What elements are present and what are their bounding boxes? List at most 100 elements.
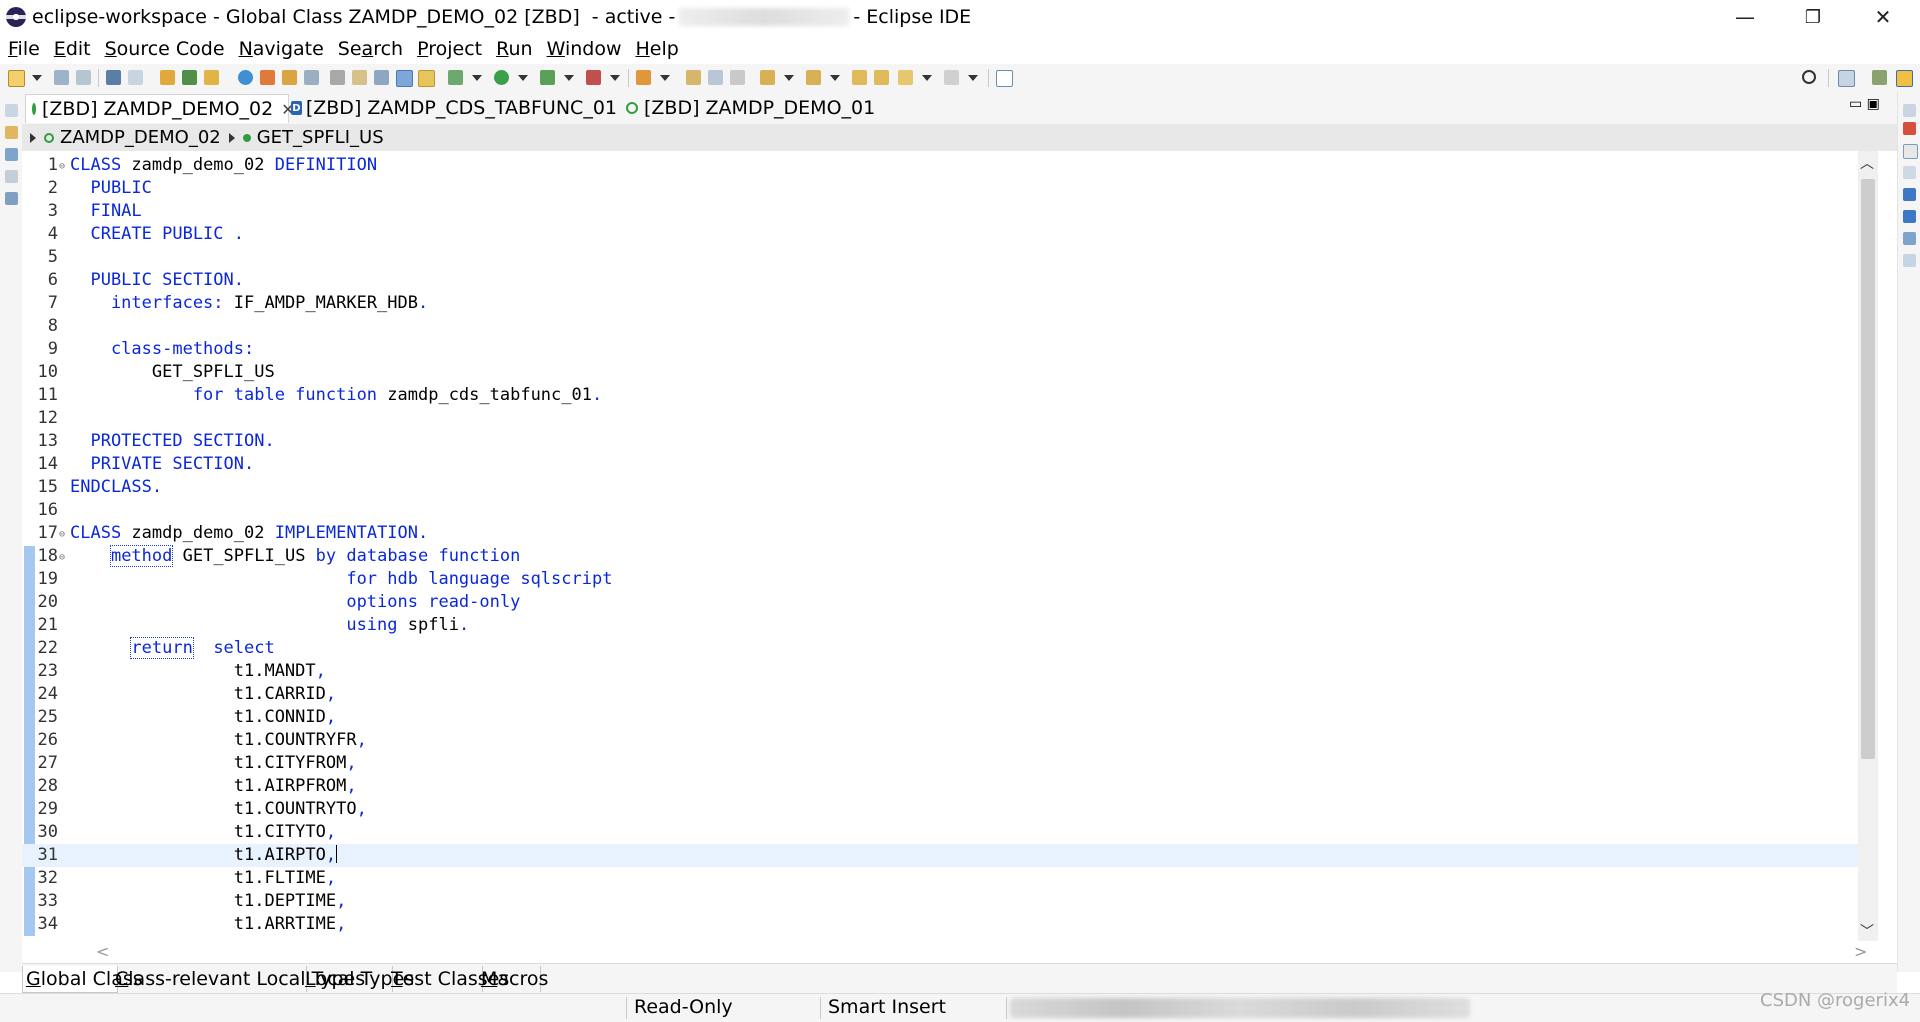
code-line[interactable]: 26 t1.COUNTRYFR, <box>22 729 1858 752</box>
code-line[interactable]: 4 CREATE PUBLIC . <box>22 223 1858 246</box>
fold-toggle-icon[interactable]: ⊖ <box>59 546 65 569</box>
close-window-button[interactable]: ✕ <box>1848 0 1918 34</box>
editor-tab[interactable]: [ZBD] ZAMDP_DEMO_01 <box>620 94 890 122</box>
fold-toggle-icon[interactable]: ⊖ <box>59 155 65 178</box>
run-icon[interactable] <box>494 70 509 85</box>
restore-view-icon[interactable] <box>5 170 18 183</box>
chevron-right-icon[interactable] <box>228 132 235 143</box>
code-line[interactable]: 17 ⊖ CLASS zamdp_demo_02 IMPLEMENTATION. <box>22 522 1858 545</box>
debug-perspective-icon[interactable] <box>1896 70 1913 87</box>
prev-annotation-icon[interactable] <box>806 70 821 85</box>
find-icon[interactable] <box>352 70 367 85</box>
code-line[interactable]: 28 t1.AIRPFROM, <box>22 775 1858 798</box>
activate-all-icon[interactable] <box>282 70 297 85</box>
menu-source-code[interactable]: Source Code <box>97 38 231 60</box>
page-tab[interactable]: Global Class <box>22 966 143 993</box>
feed-reader-icon[interactable] <box>1903 188 1916 201</box>
external-tools-dropdown-icon[interactable] <box>610 75 620 81</box>
block-selection-icon[interactable] <box>708 70 723 85</box>
code-line[interactable]: 22 return select <box>22 637 1858 660</box>
print-icon[interactable] <box>330 70 345 85</box>
code-line[interactable]: 15 ENDCLASS. <box>22 476 1858 499</box>
page-tab[interactable]: Test Classes <box>388 966 509 992</box>
menu-file[interactable]: File <box>0 38 46 60</box>
scroll-left-icon[interactable]: < <box>96 942 109 961</box>
editor-tab[interactable]: D [ZBD] ZAMDP_CDS_TABFUNC_01 <box>287 94 617 122</box>
check-icon[interactable] <box>238 70 253 85</box>
menu-project[interactable]: Project <box>409 38 488 60</box>
page-tab[interactable]: Macros <box>478 966 548 992</box>
minimize-maximize-icon[interactable]: ▭ ▣ <box>1849 96 1880 112</box>
code-line[interactable]: 33 t1.DEPTIME, <box>22 890 1858 913</box>
chevron-right-icon[interactable] <box>30 132 36 143</box>
code-line[interactable]: 2 PUBLIC <box>22 177 1858 200</box>
highlight-icon[interactable] <box>396 70 413 87</box>
editor-tab[interactable]: [ZBD] ZAMDP_DEMO_02 ✕ <box>25 94 295 123</box>
back-history-icon[interactable] <box>874 70 889 85</box>
bookmarks-icon[interactable] <box>1903 210 1916 223</box>
code-line[interactable]: 13 PROTECTED SECTION. <box>22 430 1858 453</box>
properties-icon[interactable] <box>1903 144 1918 159</box>
next-annotation-icon[interactable] <box>760 70 775 85</box>
code-line[interactable]: 5 <box>22 246 1858 269</box>
breadcrumb-method[interactable]: GET_SPFLI_US <box>257 127 384 148</box>
scroll-thumb[interactable] <box>1861 179 1875 759</box>
new-icon[interactable] <box>8 70 25 87</box>
debug-icon[interactable] <box>448 70 463 85</box>
tasks-icon[interactable] <box>1903 254 1916 267</box>
code-line[interactable]: 18 ⊖ method GET_SPFLI_US by database func… <box>22 545 1858 568</box>
restore-button[interactable]: ❐ <box>1778 0 1848 34</box>
code-line[interactable]: 34 t1.ARRTIME, <box>22 913 1858 936</box>
transport-organizer-icon[interactable] <box>1903 232 1916 245</box>
code-line[interactable]: 27 t1.CITYFROM, <box>22 752 1858 775</box>
code-line[interactable]: 31 t1.AIRPTO, <box>22 844 1858 867</box>
code-line[interactable]: 7 interfaces: IF_AMDP_MARKER_HDB. <box>22 292 1858 315</box>
code-line[interactable]: 20 options read-only <box>22 591 1858 614</box>
hierarchy-icon[interactable] <box>5 192 18 205</box>
code-line[interactable]: 9 class-methods: <box>22 338 1858 361</box>
pin-editor-icon[interactable] <box>996 70 1013 87</box>
mark-occurrences-icon[interactable] <box>418 70 435 87</box>
coverage-dropdown-icon[interactable] <box>564 75 574 81</box>
code-line[interactable]: 3 FINAL <box>22 200 1858 223</box>
code-line[interactable]: 24 t1.CARRID, <box>22 683 1858 706</box>
new-dropdown-icon[interactable] <box>32 75 42 81</box>
prev-annotation-dropdown-icon[interactable] <box>830 75 840 81</box>
vertical-scrollbar[interactable]: ︿ ﹀ <box>1858 151 1878 941</box>
horizontal-scrollbar[interactable]: < > <box>58 941 1867 963</box>
menu-edit[interactable]: Edit <box>46 38 97 60</box>
run-dropdown-icon[interactable] <box>518 75 528 81</box>
open-object-icon[interactable] <box>182 70 197 85</box>
abap-perspective-icon[interactable] <box>1872 70 1887 85</box>
breadcrumb-class[interactable]: ZAMDP_DEMO_02 <box>60 127 221 148</box>
external-tools-icon[interactable] <box>586 70 601 85</box>
code-line[interactable]: 23 t1.MANDT, <box>22 660 1858 683</box>
restore-view-icon[interactable] <box>5 104 18 117</box>
code-line[interactable]: 25 t1.CONNID, <box>22 706 1858 729</box>
forward-dropdown-icon[interactable] <box>968 75 978 81</box>
code-line[interactable]: 12 <box>22 407 1858 430</box>
console-icon[interactable] <box>106 70 121 85</box>
menu-run[interactable]: Run <box>488 38 538 60</box>
save-all-icon[interactable] <box>76 70 91 85</box>
edit-dropdown-icon[interactable] <box>660 75 670 81</box>
code-line[interactable]: 11 for table function zamdp_cds_tabfunc_… <box>22 384 1858 407</box>
open-folder-icon[interactable] <box>204 70 219 85</box>
code-line[interactable]: 29 t1.COUNTRYTO, <box>22 798 1858 821</box>
code-line[interactable]: 10 GET_SPFLI_US <box>22 361 1858 384</box>
templates-icon[interactable] <box>1903 166 1916 179</box>
scroll-up-icon[interactable]: ︿ <box>1860 153 1874 173</box>
back-icon[interactable] <box>898 70 913 85</box>
menu-help[interactable]: Help <box>627 38 684 60</box>
page-tab[interactable]: Class-relevant Local Types <box>112 966 365 992</box>
save-icon[interactable] <box>54 70 69 85</box>
next-annotation-dropdown-icon[interactable] <box>784 75 794 81</box>
code-editor[interactable]: 1 ⊖ CLASS zamdp_demo_02 DEFINITION 2 PUBLIC… <box>22 151 1897 963</box>
code-line[interactable]: 6 PUBLIC SECTION. <box>22 269 1858 292</box>
where-used-icon[interactable] <box>304 70 319 85</box>
coverage-icon[interactable] <box>540 70 555 85</box>
page-tab[interactable]: Local Types <box>302 966 414 992</box>
restore-view-icon[interactable] <box>1903 104 1916 117</box>
search-icon[interactable] <box>1802 70 1816 84</box>
code-line[interactable]: 21 using spfli. <box>22 614 1858 637</box>
